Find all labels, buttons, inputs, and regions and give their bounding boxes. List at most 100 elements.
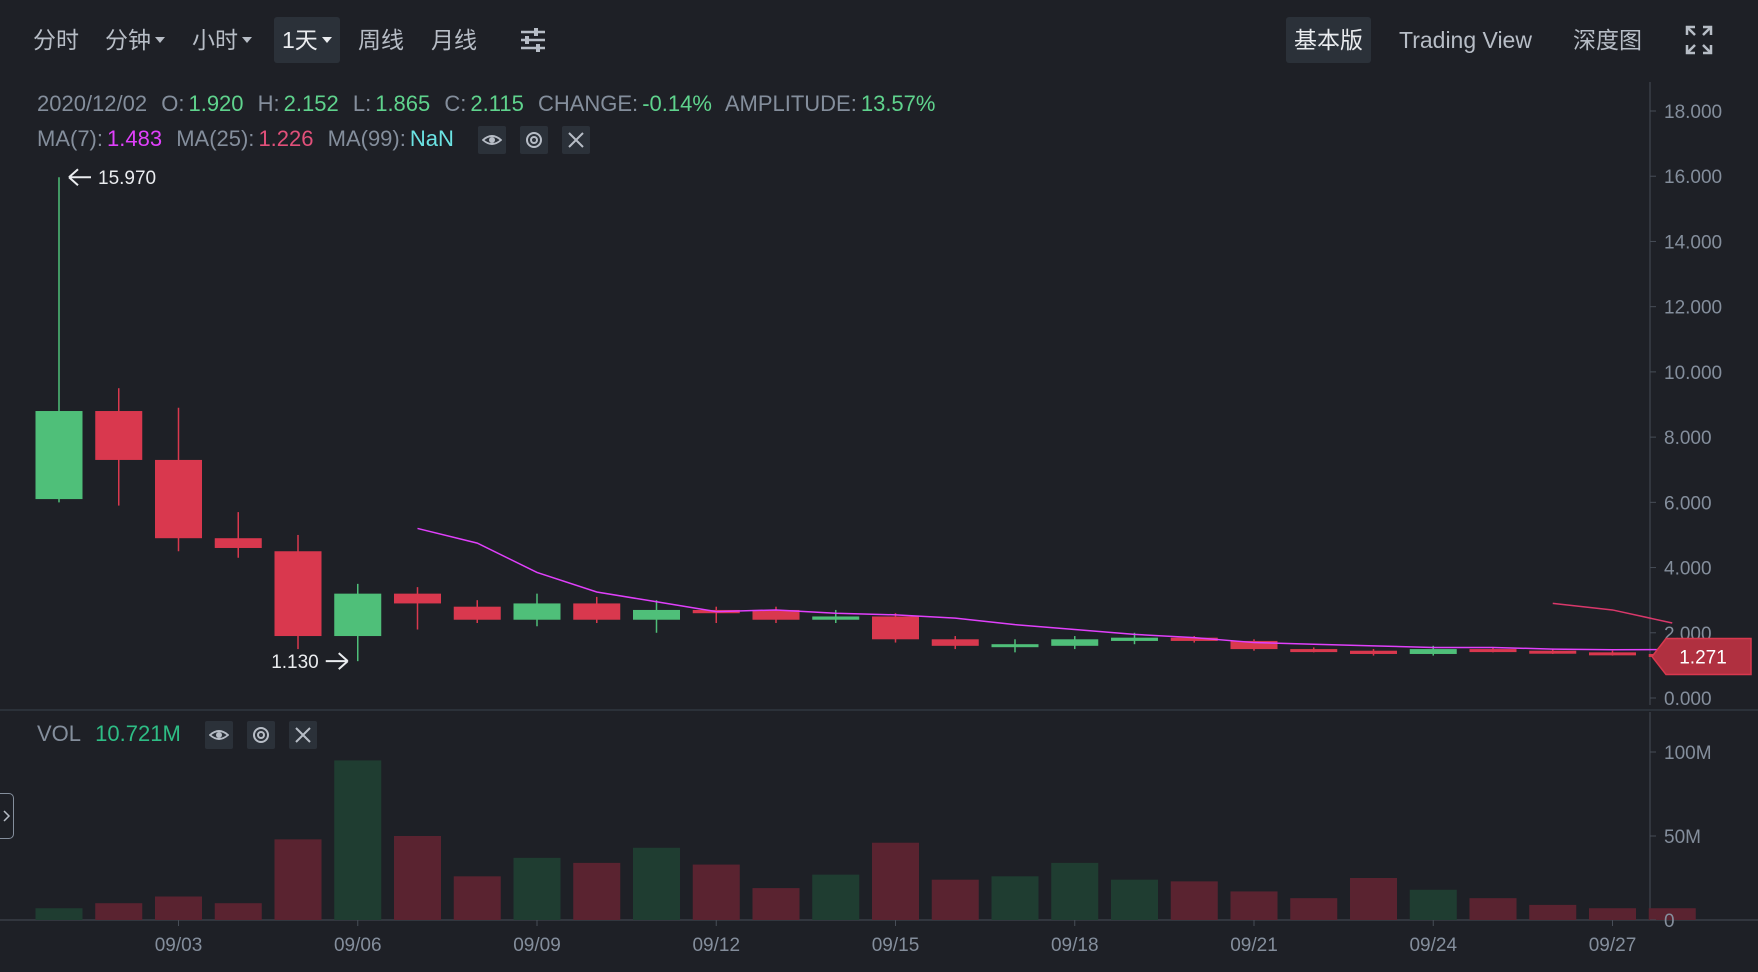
price-tick-label: 14.000 [1664,232,1722,253]
volume-bar [1529,904,1577,920]
candle-body [214,538,262,548]
ma25-value: 1.226 [258,126,314,151]
price-tick-label: 0.000 [1664,689,1712,710]
volume-bar [573,862,621,920]
ma7-label: MA(7): [37,126,103,151]
volume-bar [95,903,143,920]
side-panel-toggle[interactable] [0,793,14,839]
candle-body [573,603,621,620]
candle-body [692,609,740,614]
high-value: 2.152 [283,91,339,116]
candle-body [155,459,202,539]
candle-body [1350,650,1397,654]
vol-label: VOL [37,721,82,746]
interval-tab-minute-label: 分钟 [105,27,151,53]
close-value: 2.115 [470,91,524,116]
interval-tab-hour[interactable]: 小时 [184,17,260,63]
low-value: 1.865 [375,91,431,116]
close-icon [295,727,311,743]
candle-body [274,551,322,637]
price-tick-label: 6.000 [1664,493,1712,514]
eye-icon [208,730,229,741]
time-tick-label: 09/09 [513,935,561,956]
high-label: H: [257,91,280,116]
candle-body [1111,637,1158,641]
price-tick-label: 2.000 [1664,624,1712,645]
candle-body [633,609,680,620]
time-tick-label: 09/03 [155,935,203,956]
vol-legend: VOL 10.721M [37,721,325,750]
candle-body [1051,639,1099,646]
low-price-arrow [325,652,349,670]
interval-tab-month[interactable]: 月线 [423,17,485,63]
candle-body [1469,649,1517,653]
volume-bar [991,876,1039,920]
candle-body [453,606,501,620]
ma-visibility-button[interactable] [478,126,507,155]
volume-bar [513,857,561,920]
close-label: C: [444,91,467,116]
interval-tab-time[interactable]: 分时 [25,17,87,63]
last-price-label: 1.271 [1679,648,1727,669]
price-tick-label: 10.000 [1664,363,1722,384]
volume-tick-label: 100M [1664,743,1712,764]
vol-value: 10.721M [95,721,181,746]
vol-settings-button[interactable] [247,721,276,750]
chevron-down-icon [155,36,165,43]
candle-body [752,609,800,620]
ma-settings-button[interactable] [520,126,549,155]
view-tab-tradingview[interactable]: Trading View [1391,17,1540,63]
candle-body [35,411,83,500]
chart-toolbar: 分时 分钟 小时 1天 周线 月线 基本版 Trading View 深度图 [0,0,1758,80]
vol-close-button[interactable] [289,721,318,750]
eye-icon [482,135,503,146]
vol-visibility-button[interactable] [204,721,233,750]
ma25-line [1552,602,1673,624]
interval-tab-minute[interactable]: 分钟 [97,17,173,63]
candle-body [1230,640,1278,650]
fullscreen-button[interactable] [1676,17,1722,63]
volume-bar [633,847,680,920]
candle-body [1170,637,1218,641]
ma-close-button[interactable] [562,126,591,155]
high-price-label: 15.970 [98,168,156,189]
ma25-label: MA(25): [176,126,255,151]
volume-bar [692,864,740,920]
volume-bar [155,896,202,920]
candle-body [394,593,441,604]
volume-bar [1290,898,1338,920]
fullscreen-icon [1685,25,1713,55]
candle-body [95,411,143,460]
candle-body [1589,652,1636,656]
volume-tick-label: 0 [1664,911,1675,932]
price-tick-label: 18.000 [1664,102,1722,123]
last-price-badge [1651,637,1752,676]
open-label: O: [161,91,185,116]
amplitude-value: 13.57% [860,91,936,116]
chevron-right-icon [3,810,11,822]
time-tick-label: 09/18 [1051,935,1099,956]
time-tick-label: 09/27 [1589,935,1637,956]
ohlc-legend: 2020/12/02 O: 1.920 H: 2.152 L: 1.865 C: 2.1… [37,91,943,117]
indicator-settings-button[interactable] [510,17,556,63]
volume-bar [1469,898,1517,920]
gear-icon [253,727,270,744]
change-label: CHANGE: [537,91,639,116]
volume-bar [1350,878,1397,920]
candle-body [334,593,382,637]
change-value: -0.14% [642,91,712,116]
volume-bar [214,903,262,920]
interval-tab-1day[interactable]: 1天 [274,17,340,63]
interval-tab-1day-label: 1天 [282,27,318,53]
interval-tab-week[interactable]: 周线 [350,17,412,63]
ohlc-date: 2020/12/02 [37,91,148,116]
candle-body [1648,653,1696,657]
view-tab-depth[interactable]: 深度图 [1565,17,1650,63]
chevron-down-icon [242,36,252,43]
view-tab-basic[interactable]: 基本版 [1286,17,1371,63]
candle-body [513,603,561,620]
candle-body [991,644,1039,648]
gear-icon [526,132,543,149]
close-icon [568,132,584,148]
volume-bar [394,836,441,920]
